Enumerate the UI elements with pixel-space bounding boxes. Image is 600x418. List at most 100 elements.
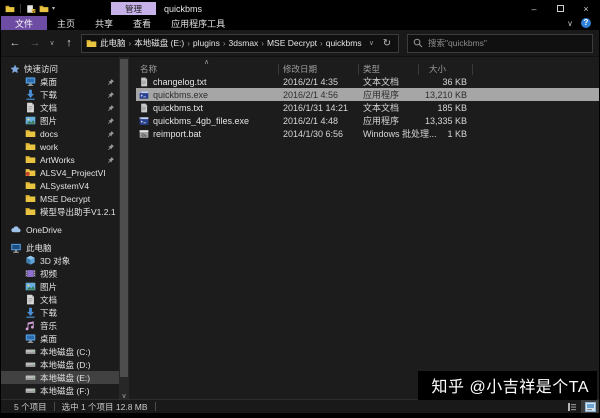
- explorer-folder-icon[interactable]: [5, 4, 15, 14]
- pin-icon: [107, 91, 115, 99]
- sidebar-scrollbar[interactable]: ∨: [119, 57, 129, 401]
- breadcrumb-drive-e[interactable]: 本地磁盘 (E:): [134, 37, 184, 49]
- search-box[interactable]: 搜索"quickbms": [407, 34, 593, 53]
- sidebar-item-documents-pinned[interactable]: 文档: [1, 101, 119, 114]
- breadcrumb-quickbms[interactable]: quickbms: [326, 38, 362, 48]
- sidebar-item-downloads-pinned[interactable]: 下载: [1, 88, 119, 101]
- pin-icon: [107, 104, 115, 112]
- breadcrumb-separator-icon: ›: [187, 39, 190, 48]
- pictures-icon: [25, 281, 36, 292]
- explorer-window: ▾ 管理 quickbms – × 文件 主页 共享 查看 应用程序工具 ∨ ?…: [0, 0, 600, 418]
- folder-icon: [25, 154, 36, 165]
- pin-icon: [107, 143, 115, 151]
- folder-icon: [25, 128, 36, 139]
- recent-locations-icon[interactable]: ∨: [47, 39, 57, 47]
- sidebar-item-work[interactable]: work: [1, 140, 119, 153]
- maximize-icon: [557, 5, 564, 12]
- breadcrumb-separator-icon: ›: [320, 39, 323, 48]
- pictures-icon: [25, 115, 36, 126]
- breadcrumb-separator-icon: ›: [261, 39, 264, 48]
- maximize-button[interactable]: [547, 1, 573, 16]
- sidebar-item-mse-decrypt[interactable]: MSE Decrypt: [1, 192, 119, 205]
- text-file-icon: [139, 103, 149, 113]
- breadcrumb-mse-decrypt[interactable]: MSE Decrypt: [267, 38, 317, 48]
- sidebar-item-alsv4-projectvi[interactable]: ALSV4_ProjectVI: [1, 166, 119, 179]
- text-file-icon: [139, 77, 149, 87]
- breadcrumb-separator-icon: ›: [223, 39, 226, 48]
- search-placeholder: 搜索"quickbms": [428, 37, 487, 49]
- column-header-type[interactable]: 类型: [359, 64, 419, 75]
- manage-contextual-tab[interactable]: 管理: [111, 2, 156, 15]
- sidebar-item-docs[interactable]: docs: [1, 127, 119, 140]
- sidebar-item-drive-c[interactable]: 本地磁盘 (C:): [1, 345, 119, 358]
- sidebar-item-this-pc[interactable]: 此电脑: [1, 241, 119, 254]
- exe-file-icon: [139, 90, 149, 100]
- file-row-quickbms-4gb-files-exe[interactable]: quickbms_4gb_files.exe 2016/2/1 4:48 应用程…: [136, 114, 599, 127]
- sidebar-item-drive-f[interactable]: 本地磁盘 (F:): [1, 384, 119, 397]
- navigation-toolbar: ← → ∨ ↑ 此电脑 › 本地磁盘 (E:) › plugins › 3dsm…: [1, 30, 599, 57]
- new-folder-icon[interactable]: [39, 4, 49, 14]
- address-dropdown-icon[interactable]: ∨: [369, 39, 374, 47]
- sidebar-item-pictures-pinned[interactable]: 图片: [1, 114, 119, 127]
- tab-file[interactable]: 文件: [1, 16, 47, 30]
- breadcrumb-this-pc[interactable]: 此电脑: [100, 37, 126, 49]
- scrollbar-thumb[interactable]: [120, 59, 128, 377]
- qat-dropdown-icon[interactable]: ▾: [52, 6, 55, 12]
- up-button[interactable]: ↑: [61, 37, 77, 49]
- details-view-button[interactable]: [563, 400, 581, 414]
- sidebar-item-desktop-pinned[interactable]: 桌面: [1, 75, 119, 88]
- thumbnail-view-button[interactable]: [581, 400, 599, 414]
- documents-icon: [25, 102, 36, 113]
- folder-badge-icon: [25, 167, 36, 178]
- breadcrumb-plugins[interactable]: plugins: [193, 38, 220, 48]
- help-icon[interactable]: ?: [581, 18, 591, 28]
- breadcrumb-3dsmax[interactable]: 3dsmax: [229, 38, 259, 48]
- column-header-date[interactable]: 修改日期: [279, 64, 359, 75]
- this-pc-icon: [10, 242, 22, 254]
- sidebar-item-drive-e[interactable]: 本地磁盘 (E:): [1, 371, 119, 384]
- ribbon-tab-bar: 文件 主页 共享 查看 应用程序工具 ∨ ?: [1, 16, 599, 30]
- tab-home[interactable]: 主页: [47, 16, 85, 30]
- file-row-reimport-bat[interactable]: reimport.bat 2014/1/30 6:56 Windows 批处理.…: [136, 127, 599, 140]
- column-header-size[interactable]: 大小: [419, 64, 473, 75]
- sidebar-item-artworks[interactable]: ArtWorks: [1, 153, 119, 166]
- details-view-icon: [567, 402, 577, 412]
- properties-icon[interactable]: [26, 4, 36, 14]
- address-bar[interactable]: 此电脑 › 本地磁盘 (E:) › plugins › 3dsmax › MSE…: [81, 34, 399, 53]
- sidebar-item-pictures[interactable]: 图片: [1, 280, 119, 293]
- pin-icon: [107, 156, 115, 164]
- column-headers: ∧ 名称 修改日期 类型 大小: [136, 59, 599, 75]
- tab-app-tools[interactable]: 应用程序工具: [161, 16, 235, 30]
- collapse-ribbon-icon[interactable]: ∨: [567, 19, 573, 28]
- pin-icon: [107, 130, 115, 138]
- tab-share[interactable]: 共享: [85, 16, 123, 30]
- tab-view[interactable]: 查看: [123, 16, 161, 30]
- pin-icon: [107, 78, 115, 86]
- sidebar-item-3d-objects[interactable]: 3D 对象: [1, 254, 119, 267]
- sidebar-item-music[interactable]: 音乐: [1, 319, 119, 332]
- sidebar-item-downloads[interactable]: 下载: [1, 306, 119, 319]
- forward-button[interactable]: →: [27, 37, 43, 49]
- window-title: quickbms: [164, 4, 202, 14]
- sidebar-item-quick-access[interactable]: 快速访问: [1, 62, 119, 75]
- sidebar-item-desktop[interactable]: 桌面: [1, 332, 119, 345]
- file-row-quickbms-exe[interactable]: quickbms.exe 2016/2/1 4:56 应用程序 13,210 K…: [136, 88, 599, 101]
- sidebar-item-alsystemv4[interactable]: ALSystemV4: [1, 179, 119, 192]
- sidebar-item-onedrive[interactable]: OneDrive: [1, 223, 119, 236]
- close-button[interactable]: ×: [573, 1, 599, 16]
- sidebar-item-documents[interactable]: 文档: [1, 293, 119, 306]
- sidebar-item-drive-d[interactable]: 本地磁盘 (D:): [1, 358, 119, 371]
- file-list: ∧ 名称 修改日期 类型 大小 changelog.txt 2016/2/1 4…: [129, 57, 599, 401]
- file-row-quickbms-txt[interactable]: quickbms.txt 2016/1/31 14:21 文本文档 185 KB: [136, 101, 599, 114]
- refresh-icon[interactable]: ↻: [380, 38, 394, 49]
- back-button[interactable]: ←: [7, 37, 23, 49]
- sidebar-item-model-export-helper[interactable]: 模型导出助手V1.2.1: [1, 205, 119, 218]
- pin-icon: [107, 117, 115, 125]
- sidebar-item-videos[interactable]: 视频: [1, 267, 119, 280]
- status-bar: 5 个项目 选中 1 个项目 12.8 MB: [1, 399, 599, 413]
- disk-icon: [25, 385, 36, 396]
- ribbon-right-controls: ∨ ?: [567, 16, 599, 30]
- minimize-button[interactable]: –: [521, 1, 547, 16]
- file-row-changelog-txt[interactable]: changelog.txt 2016/2/1 4:35 文本文档 36 KB: [136, 75, 599, 88]
- item-count: 5 个项目: [7, 401, 54, 413]
